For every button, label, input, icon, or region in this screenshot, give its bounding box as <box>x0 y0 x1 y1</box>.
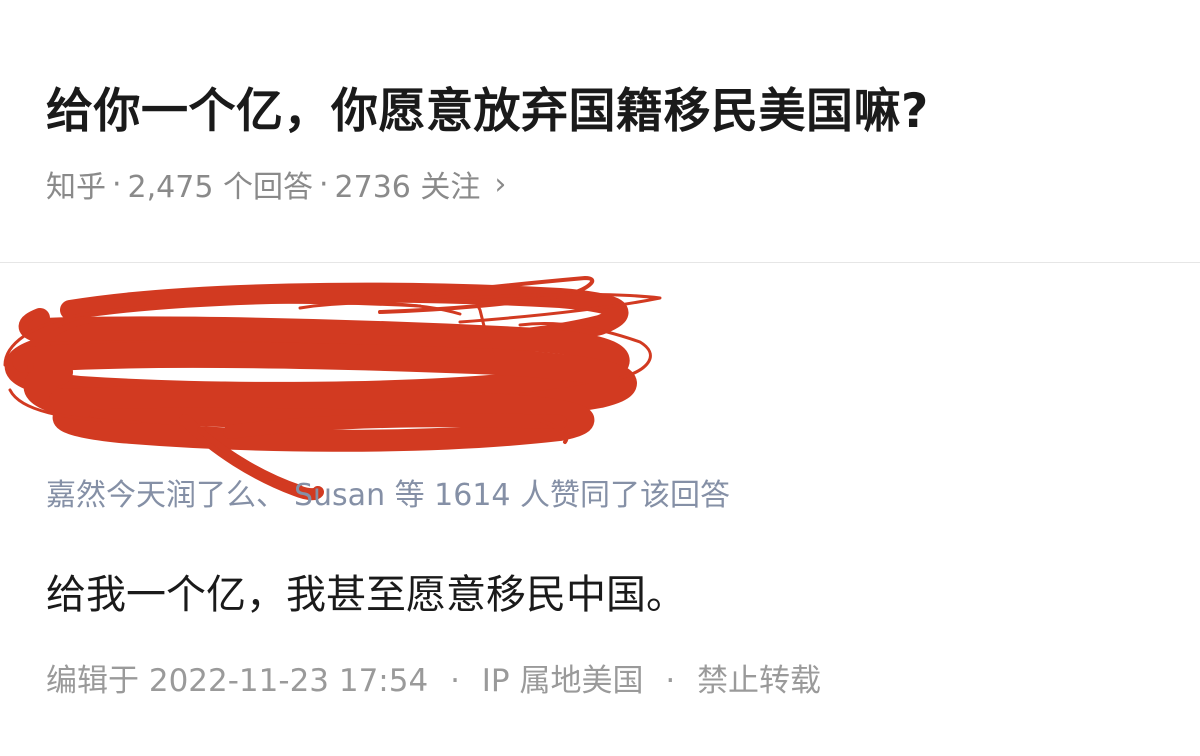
edit-timestamp: 编辑于 2022-11-23 17:54 <box>46 663 429 699</box>
meta-separator: · <box>318 166 329 202</box>
answer-content[interactable]: 给我一个亿，我甚至愿意移民中国。 <box>46 562 686 620</box>
section-divider <box>0 262 1200 263</box>
follower-count: 2736 关注 <box>334 170 481 205</box>
chevron-right-icon[interactable]: › <box>494 167 506 202</box>
voter-name-partial[interactable]: 嘉然今天润了么、 <box>46 478 286 513</box>
voter-summary[interactable]: Susan 等 1614 人赞同了该回答 <box>294 478 730 513</box>
ip-location: IP 属地美国 <box>481 663 644 699</box>
source-label: 知乎 <box>46 170 106 205</box>
answer-footer: 编辑于 2022-11-23 17:54 · IP 属地美国 · 禁止转载 <box>46 655 821 700</box>
question-title[interactable]: 给你一个亿，你愿意放弃国籍移民美国嘛? <box>46 72 929 141</box>
answer-count: 2,475 个回答 <box>127 170 313 205</box>
meta-separator: · <box>112 166 122 202</box>
footer-separator: · <box>450 663 460 699</box>
question-meta[interactable]: 知乎 · 2,475 个回答 · 2736 关注 › <box>46 162 506 206</box>
copyright-notice: 禁止转载 <box>697 663 822 699</box>
footer-separator: · <box>665 663 676 699</box>
voters-line[interactable]: 嘉然今天润了么、 Susan 等 1614 人赞同了该回答 <box>46 470 730 514</box>
